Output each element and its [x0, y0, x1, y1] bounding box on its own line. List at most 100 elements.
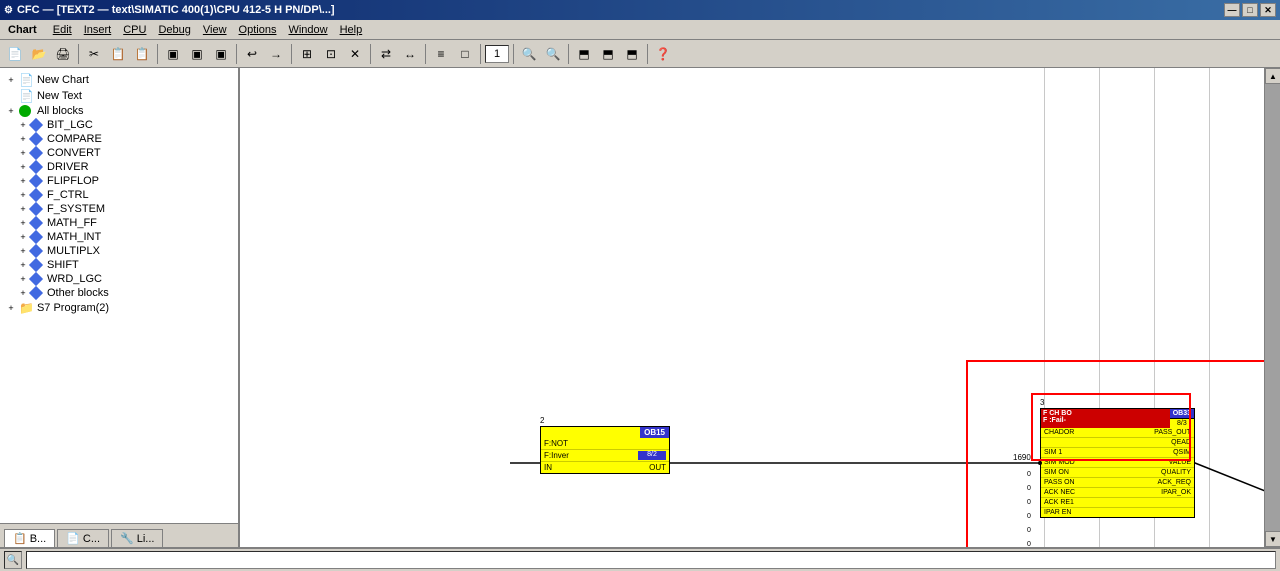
main-layout: + 📄 New Chart 📄 New Text + All blocks + …	[0, 68, 1280, 547]
tool2-button[interactable]: ▣	[186, 43, 208, 65]
menu-chart[interactable]: Chart	[2, 22, 43, 38]
toolbar: 📄 📂 🖨 ✂ 📋 📋 ▣ ▣ ▣ ↩ → ⊞ ⊡ ✕ ⇄ ↔ ≡ □ 🔍 🔍 …	[0, 40, 1280, 68]
table-button[interactable]: ≡	[430, 43, 452, 65]
tree-label-s7-program: S7 Program(2)	[37, 302, 109, 314]
close-button[interactable]: ✕	[1260, 3, 1276, 17]
canvas-area[interactable]: 1690 2 OB15 F:NOT F:Inver 8/2	[240, 68, 1264, 547]
menu-options[interactable]: Options	[233, 22, 283, 38]
tree-item-new-text[interactable]: 📄 New Text	[2, 88, 236, 104]
disconnect-button[interactable]: ⊡	[320, 43, 342, 65]
menu-debug[interactable]: Debug	[152, 22, 196, 38]
view2-button[interactable]: ⬒	[597, 43, 619, 65]
menu-view[interactable]: View	[197, 22, 233, 38]
expand-icon: +	[18, 162, 28, 172]
zoom-input[interactable]	[485, 45, 509, 63]
connect-button[interactable]: ⊞	[296, 43, 318, 65]
tree-item-new-chart[interactable]: + 📄 New Chart	[2, 72, 236, 88]
tree-label-compare: COMPARE	[47, 133, 102, 145]
view3-button[interactable]: ⬒	[621, 43, 643, 65]
svg-text:0: 0	[1027, 485, 1031, 492]
scroll-down-button[interactable]: ▼	[1265, 531, 1280, 547]
swap-button[interactable]: ⇄	[375, 43, 397, 65]
tree-item-multiplx[interactable]: + MULTIPLX	[2, 244, 236, 258]
blue-diamond-icon	[29, 244, 43, 258]
block-number: 2	[540, 416, 670, 425]
menu-edit[interactable]: Edit	[47, 22, 78, 38]
tree-label-math-ff: MATH_FF	[47, 217, 97, 229]
status-input[interactable]	[26, 551, 1276, 569]
tree-item-compare[interactable]: + COMPARE	[2, 132, 236, 146]
tree-item-bit-lgc[interactable]: + BIT_LGC	[2, 118, 236, 132]
menu-cpu[interactable]: CPU	[117, 22, 152, 38]
right-scrollbar[interactable]: ▲ ▼	[1264, 68, 1280, 547]
row-chador: CHADOR	[1044, 429, 1074, 436]
blue-diamond-icon	[29, 202, 43, 216]
block-title2: F :Fail-	[1043, 417, 1168, 424]
tree-label-wrd-lgc: WRD_LGC	[47, 273, 102, 285]
tree-item-math-ff[interactable]: + MATH_FF	[2, 216, 236, 230]
row-quality: QUALITY	[1161, 469, 1191, 476]
tree-label-other-blocks: Other blocks	[47, 287, 109, 299]
redo-button[interactable]: →	[265, 43, 287, 65]
maximize-button[interactable]: □	[1242, 3, 1258, 17]
menu-window[interactable]: Window	[282, 22, 333, 38]
blue-diamond-icon	[29, 132, 43, 146]
zoom-in-button[interactable]: 🔍	[518, 43, 540, 65]
tree-label-driver: DRIVER	[47, 161, 89, 173]
copy-button[interactable]: 📋	[107, 43, 129, 65]
open-button[interactable]: 📂	[28, 43, 50, 65]
view1-button[interactable]: ⬒	[573, 43, 595, 65]
tree-item-math-int[interactable]: + MATH_INT	[2, 230, 236, 244]
tab-li[interactable]: 🔧 Li...	[111, 529, 163, 547]
tree-item-s7-program[interactable]: + 📁 S7 Program(2)	[2, 300, 236, 316]
chador-block[interactable]: 3 F CH BO F :Fail- OB33 8/3 CHADOR P	[1040, 398, 1195, 518]
tab-li-label: Li...	[137, 533, 155, 545]
expand-icon: +	[18, 148, 28, 158]
minimize-button[interactable]: —	[1224, 3, 1240, 17]
help-button[interactable]: ❓	[652, 43, 674, 65]
blue-diamond-icon	[29, 160, 43, 174]
tree-view[interactable]: + 📄 New Chart 📄 New Text + All blocks + …	[0, 68, 238, 523]
print-button[interactable]: 🖨	[52, 43, 74, 65]
tree-item-convert[interactable]: + CONVERT	[2, 146, 236, 160]
scroll-up-button[interactable]: ▲	[1265, 68, 1280, 84]
paste-button[interactable]: 📋	[131, 43, 153, 65]
folder-icon: 📁	[19, 301, 34, 315]
tree-label-math-int: MATH_INT	[47, 231, 101, 243]
tree-item-driver[interactable]: + DRIVER	[2, 160, 236, 174]
row-sim-mod: SIM MOD	[1044, 459, 1075, 466]
tree-item-f-system[interactable]: + F_SYSTEM	[2, 202, 236, 216]
blue-diamond-icon	[29, 188, 43, 202]
block-number: 3	[1040, 398, 1195, 407]
tab-c[interactable]: 📄 C...	[57, 529, 109, 547]
inverter-block[interactable]: 2 OB15 F:NOT F:Inver 8/2 IN OUT	[540, 416, 670, 474]
delete-button[interactable]: ✕	[344, 43, 366, 65]
menu-insert[interactable]: Insert	[78, 22, 118, 38]
tree-item-shift[interactable]: + SHIFT	[2, 258, 236, 272]
expand-icon: +	[18, 120, 28, 130]
new-button[interactable]: 📄	[4, 43, 26, 65]
tab-b[interactable]: 📋 B...	[4, 529, 55, 547]
row-ipar-ok: IPAR_OK	[1161, 489, 1191, 496]
tool3-button[interactable]: ▣	[210, 43, 232, 65]
search-icon[interactable]: 🔍	[4, 551, 22, 569]
undo-button[interactable]: ↩	[241, 43, 263, 65]
cut-button[interactable]: ✂	[83, 43, 105, 65]
expand-icon: +	[18, 204, 28, 214]
tree-item-wrd-lgc[interactable]: + WRD_LGC	[2, 272, 236, 286]
expand-icon: +	[18, 246, 28, 256]
merge-button[interactable]: ↔	[399, 43, 421, 65]
scroll-track[interactable]	[1265, 84, 1280, 531]
tree-item-all-blocks[interactable]: + All blocks	[2, 104, 236, 118]
tree-item-f-ctrl[interactable]: + F_CTRL	[2, 188, 236, 202]
tree-item-flipflop[interactable]: + FLIPFLOP	[2, 174, 236, 188]
tree-label-new-text: New Text	[37, 90, 82, 102]
zoom-out-button[interactable]: 🔍	[542, 43, 564, 65]
blue-diamond-icon	[29, 230, 43, 244]
tool1-button[interactable]: ▣	[162, 43, 184, 65]
window-button[interactable]: □	[454, 43, 476, 65]
blue-diamond-icon	[29, 174, 43, 188]
tree-item-other-blocks[interactable]: + Other blocks	[2, 286, 236, 300]
block-row-label: F:NOT	[544, 439, 568, 448]
menu-help[interactable]: Help	[334, 22, 369, 38]
